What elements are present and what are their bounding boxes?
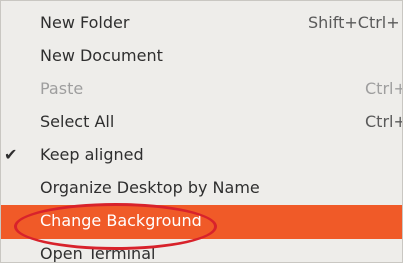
menu-item-label: Paste: [40, 79, 84, 98]
menu-item-shortcut: Ctrl+: [365, 79, 403, 98]
menu-item-organize-desktop-by-name[interactable]: Organize Desktop by Name: [1, 172, 402, 206]
menu-item-open-terminal[interactable]: Open Terminal: [1, 238, 402, 263]
menu-item-shortcut: Ctrl+: [365, 112, 403, 131]
menu-item-paste[interactable]: Paste Ctrl+: [1, 73, 403, 107]
menu-item-new-folder[interactable]: New Folder Shift+Ctrl+: [1, 7, 402, 41]
checkmark-icon: ✔: [4, 145, 18, 164]
menu-item-label: Change Background: [40, 211, 202, 230]
menu-item-label: Organize Desktop by Name: [40, 178, 260, 197]
menu-item-shortcut: Shift+Ctrl+: [308, 13, 400, 32]
menu-item-select-all[interactable]: Select All Ctrl+: [1, 106, 403, 140]
menu-item-label: Select All: [40, 112, 115, 131]
context-menu: New Folder Shift+Ctrl+ New Document Past…: [0, 0, 403, 263]
menu-item-keep-aligned[interactable]: ✔ Keep aligned: [1, 139, 402, 173]
menu-item-label: New Folder: [40, 13, 130, 32]
menu-item-change-background[interactable]: Change Background: [1, 205, 402, 239]
menu-item-label: Open Terminal: [40, 244, 156, 263]
menu-item-label: New Document: [40, 46, 163, 65]
menu-item-label: Keep aligned: [40, 145, 144, 164]
menu-item-new-document[interactable]: New Document: [1, 40, 402, 74]
